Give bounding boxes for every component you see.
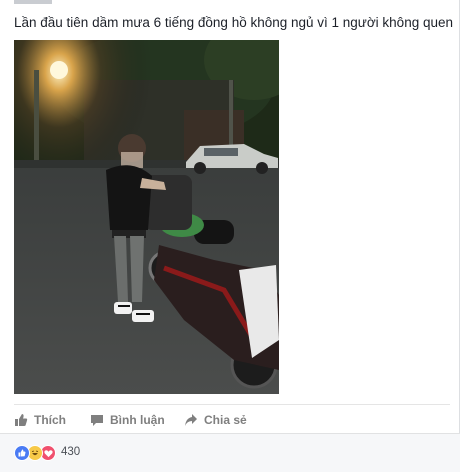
post-actions: Thích Bình luận Chia sẻ [14, 405, 450, 435]
comment-button[interactable]: Bình luận [90, 405, 165, 435]
share-label: Chia sẻ [204, 413, 247, 427]
like-button[interactable]: Thích [14, 405, 66, 435]
post-text: Lần đầu tiên dầm mưa 6 tiếng đồng hồ khô… [14, 15, 453, 30]
reactions-bar[interactable]: 430 [0, 433, 460, 472]
reaction-icons [14, 445, 62, 461]
share-button[interactable]: Chia sẻ [184, 405, 247, 435]
share-icon [184, 413, 198, 427]
post-card: Lần đầu tiên dầm mưa 6 tiếng đồng hồ khô… [0, 0, 460, 472]
reaction-count[interactable]: 430 [61, 446, 80, 458]
like-label: Thích [34, 413, 66, 427]
post-photo[interactable] [14, 40, 279, 394]
comment-icon [90, 413, 104, 427]
author-avatar[interactable] [14, 0, 52, 4]
like-icon [14, 445, 30, 461]
thumbs-up-icon [14, 413, 28, 427]
comment-label: Bình luận [110, 413, 165, 427]
